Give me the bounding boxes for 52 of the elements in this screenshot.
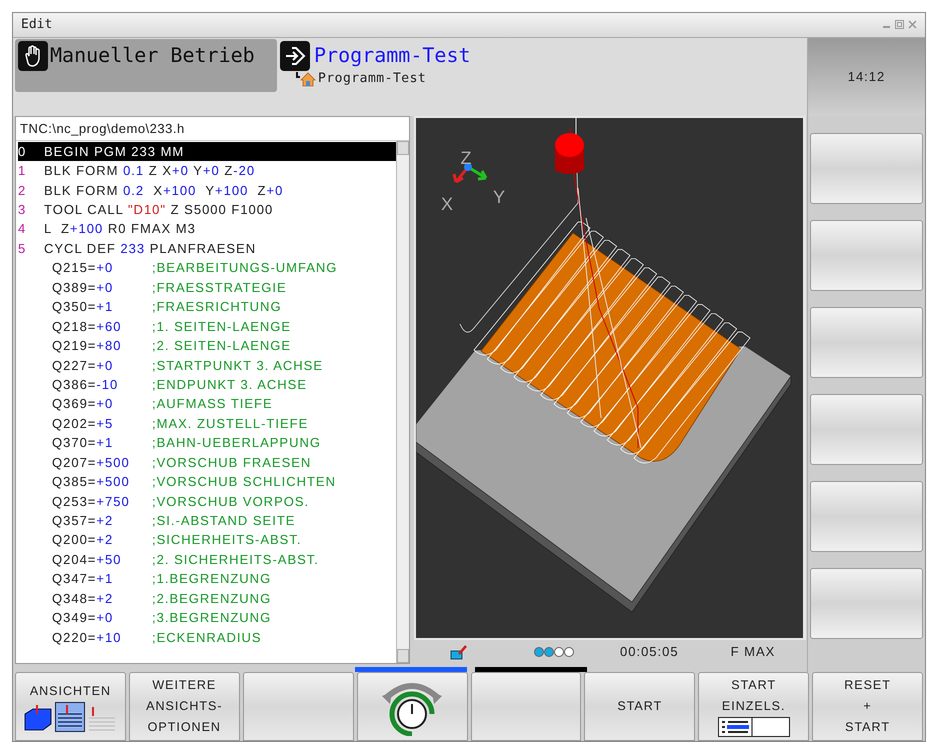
axis-label: Y bbox=[493, 186, 505, 207]
hand-icon bbox=[18, 40, 48, 71]
arrow-in-icon bbox=[280, 40, 310, 71]
code-line[interactable]: Q207=+500 ;VORSCHUB FRAESEN bbox=[18, 452, 396, 472]
close-icon[interactable] bbox=[908, 20, 917, 30]
code-line[interactable]: 4 L Z+100 R0 FMAX M3 bbox=[18, 220, 396, 239]
code-line[interactable]: 1 BLK FORM 0.1 Z X+0 Y+0 Z-20 bbox=[18, 161, 396, 181]
code-line[interactable]: Q218=+60 ;1. SEITEN-LAENGE bbox=[18, 316, 396, 336]
code-line[interactable]: 5 CYCL DEF 233 PLANFRAESEN bbox=[18, 238, 396, 258]
toolpath-layers-icon bbox=[55, 702, 86, 732]
code-line[interactable]: Q347=+1 ;1.BEGRENZUNG bbox=[18, 569, 396, 589]
speed-indicator bbox=[534, 646, 574, 657]
code-line[interactable]: Q389=+0 ;FRAESSTRATEGIE bbox=[18, 278, 396, 298]
code-line[interactable]: Q200=+2 ;SICHERHEITS-ABST. bbox=[18, 530, 396, 550]
code-line[interactable]: 3 TOOL CALL "D10" Z S5000 F1000 bbox=[18, 200, 396, 220]
softkey[interactable]: RESET + START bbox=[812, 672, 923, 741]
code-line[interactable]: Q253=+750 ;VORSCHUB VORPOS. bbox=[18, 492, 396, 512]
feed-rate: F MAX bbox=[730, 643, 776, 661]
axis-triad-icon bbox=[452, 162, 488, 184]
house-icon bbox=[296, 70, 316, 86]
softkey[interactable]: WEITERE ANSICHTS- OPTIONEN bbox=[128, 672, 240, 741]
single-block-icon bbox=[718, 717, 790, 738]
code-line[interactable]: Q357=+2 ;SI.-ABSTAND SEITE bbox=[18, 511, 396, 530]
maximize-icon[interactable] bbox=[895, 20, 904, 30]
solid-block-icon bbox=[23, 704, 54, 732]
scrollbar[interactable] bbox=[396, 140, 409, 663]
code-line[interactable]: Q386=-10 ;ENDPUNKT 3. ACHSE bbox=[18, 375, 396, 394]
code-line[interactable]: Q215=+0 ;BEARBEITUNGS-UMFANG bbox=[18, 258, 396, 278]
code-line[interactable]: Q350=+1 ;FRAESRICHTUNG bbox=[18, 297, 396, 317]
code-line[interactable]: Q204=+50 ;2. SICHERHEITS-ABST. bbox=[18, 550, 396, 570]
code-line[interactable]: Q227=+0 ;STARTPUNKT 3. ACHSE bbox=[18, 356, 396, 375]
softkey[interactable]: ANSICHTEN bbox=[15, 672, 126, 741]
softkey[interactable] bbox=[356, 672, 468, 741]
code-line[interactable]: Q202=+5 ;MAX. ZUSTELL-TIEFE bbox=[18, 414, 396, 434]
softkey-page-indicator[interactable] bbox=[475, 666, 587, 672]
axis-label: X bbox=[441, 194, 453, 214]
mode-tab[interactable]: Manueller Betrieb bbox=[15, 38, 277, 92]
code-line[interactable]: 2 BLK FORM 0.2 X+100 Y+100 Z+0 bbox=[18, 180, 396, 200]
code-line[interactable]: Q385=+500 ;VORSCHUB SCHLICHTEN bbox=[18, 472, 396, 492]
axis-label: Z bbox=[460, 148, 472, 168]
code-line[interactable]: Q370=+1 ;BAHN-UEBERLAPPUNG bbox=[18, 433, 396, 453]
edit-icon[interactable] bbox=[450, 644, 468, 660]
file-path: TNC:\nc_prog\demo\233.h bbox=[16, 116, 409, 141]
softkey[interactable]: START bbox=[584, 672, 696, 741]
code-line[interactable]: Q220=+10 ;ECKENRADIUS bbox=[18, 628, 396, 648]
window-title: Edit bbox=[21, 16, 52, 34]
code-line[interactable]: Q219=+80 ;2. SEITEN-LAENGE bbox=[18, 336, 396, 356]
code-line[interactable]: Q348=+2 ;2.BEGRENZUNG bbox=[18, 588, 396, 608]
softkey[interactable]: START EINZELS. bbox=[698, 672, 810, 741]
elapsed-time: 00:05:05 bbox=[620, 643, 679, 661]
code-line[interactable]: Q369=+0 ;AUFMASS TIEFE bbox=[18, 394, 396, 414]
code-line[interactable]: Q349=+0 ;3.BEGRENZUNG bbox=[18, 608, 396, 628]
